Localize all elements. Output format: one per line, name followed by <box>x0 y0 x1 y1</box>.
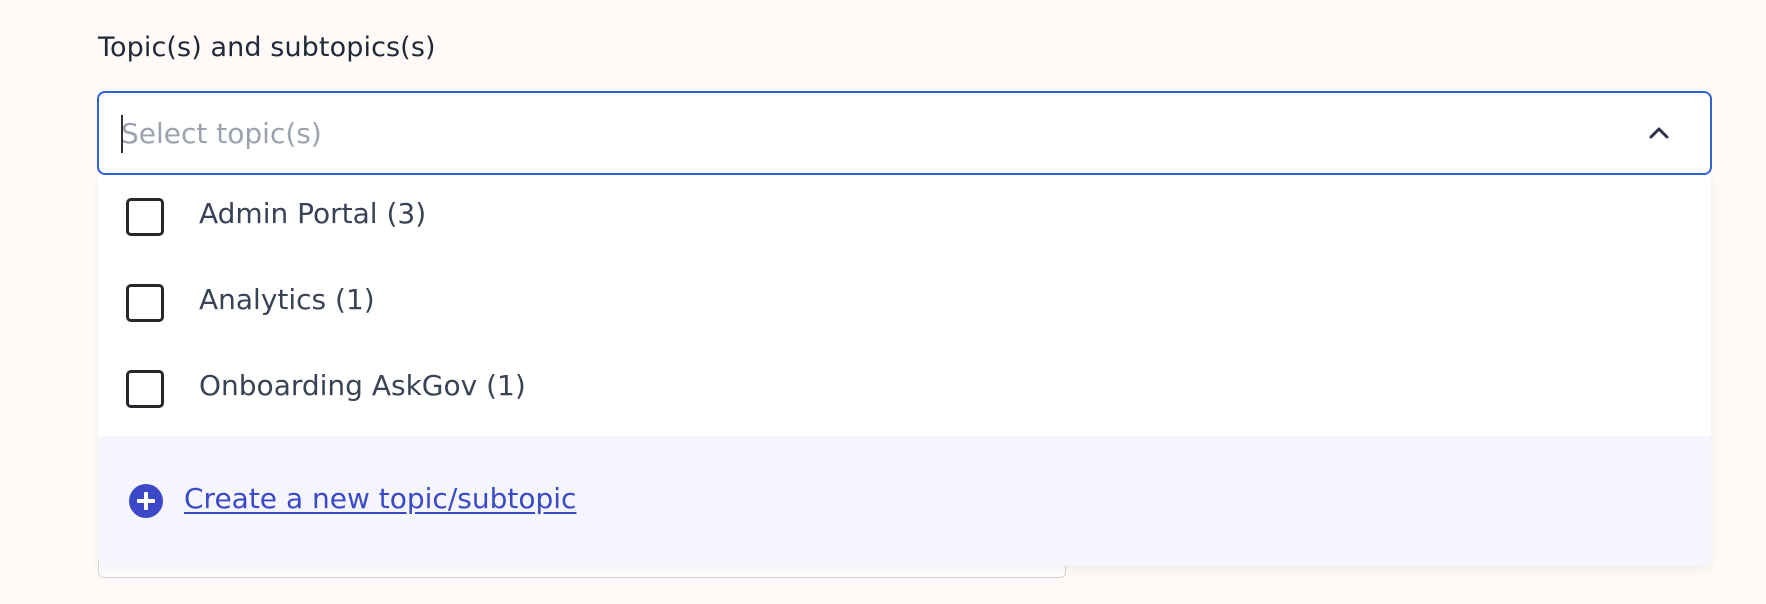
checkbox[interactable] <box>126 370 164 408</box>
dropdown-footer: Create a new topic/subtopic <box>98 436 1711 566</box>
plus-circle-icon[interactable] <box>129 484 163 518</box>
option-onboarding-askgov[interactable]: Onboarding AskGov (1) <box>98 347 1711 433</box>
checkbox[interactable] <box>126 284 164 322</box>
topics-field-label: Topic(s) and subtopics(s) <box>98 32 436 63</box>
option-admin-portal[interactable]: Admin Portal (3) <box>98 175 1711 261</box>
option-label: Admin Portal (3) <box>199 197 427 230</box>
create-topic-link[interactable]: Create a new topic/subtopic <box>184 482 576 515</box>
topic-select[interactable] <box>97 91 1712 175</box>
chevron-up-icon[interactable] <box>1646 121 1672 145</box>
option-label: Analytics (1) <box>199 283 375 316</box>
text-cursor <box>121 115 123 153</box>
topic-picker-page: Topic(s) and subtopics(s) Admin Portal (… <box>0 0 1766 604</box>
topic-dropdown-menu: Admin Portal (3) Analytics (1) Onboardin… <box>98 175 1711 566</box>
option-label: Onboarding AskGov (1) <box>199 369 526 402</box>
option-analytics[interactable]: Analytics (1) <box>98 261 1711 347</box>
checkbox[interactable] <box>126 198 164 236</box>
topic-search-input[interactable] <box>121 109 1621 157</box>
